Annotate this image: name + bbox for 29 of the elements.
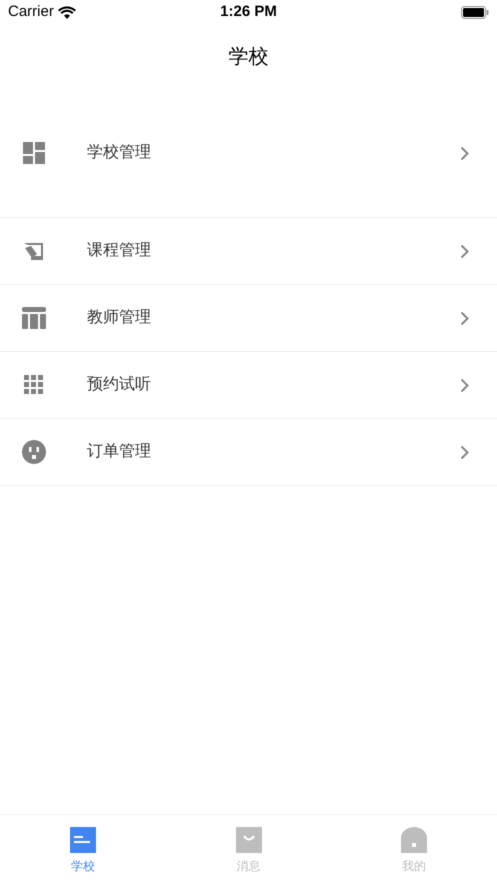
menu-label: 订单管理	[87, 442, 151, 462]
menu-row[interactable]: 预约试听	[0, 352, 497, 419]
chevron-icon	[460, 310, 469, 326]
grid-icon	[24, 375, 44, 395]
carrier-label: Carrier	[8, 2, 54, 22]
list-icon	[70, 827, 96, 853]
tab-item[interactable]: 学校	[0, 815, 166, 883]
dashboard-icon	[23, 142, 45, 164]
menu-row[interactable]: 学校管理	[0, 89, 497, 218]
smile-icon	[236, 827, 262, 853]
menu-label: 课程管理	[87, 241, 151, 261]
time-label: 1:26 PM	[220, 2, 277, 22]
face-icon	[22, 440, 46, 464]
menu-row[interactable]: 教师管理	[0, 285, 497, 352]
menu-label: 预约试听	[87, 374, 151, 395]
chevron-icon	[460, 378, 469, 392]
page-title: 学校	[228, 45, 268, 70]
chevron-icon	[460, 146, 469, 160]
easel-icon	[23, 240, 45, 262]
wifi-icon	[58, 6, 76, 19]
menu-row[interactable]: 课程管理	[0, 218, 497, 285]
menu-label: 学校管理	[87, 143, 151, 163]
battery-icon	[461, 6, 489, 19]
menu-row[interactable]: 订单管理	[0, 419, 497, 486]
chevron-icon	[460, 244, 469, 258]
table-icon	[22, 307, 46, 329]
chevron-icon	[460, 444, 469, 460]
menu-label: 教师管理	[87, 308, 151, 328]
arch-icon	[401, 827, 428, 853]
